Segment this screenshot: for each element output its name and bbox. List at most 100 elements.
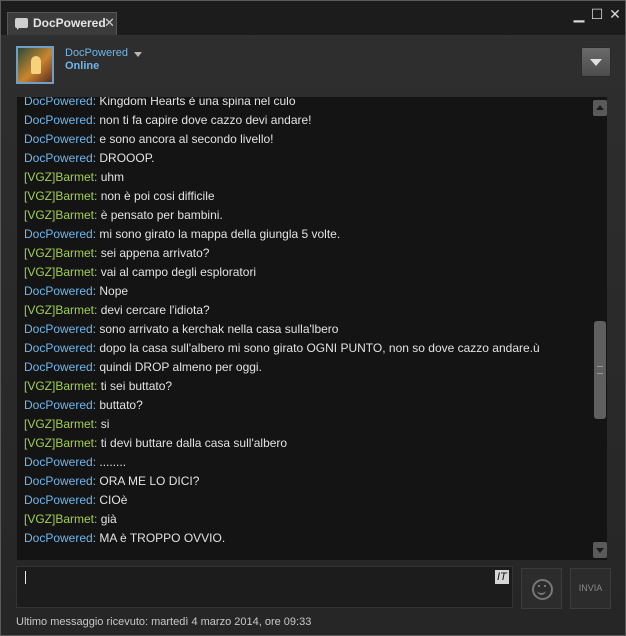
message-text: mi sono girato la mappa della giungla 5 … — [99, 227, 341, 241]
maximize-icon[interactable]: ☐ — [589, 6, 605, 23]
sender-separator: : — [94, 512, 101, 526]
chat-message: DocPowered: ........ — [24, 453, 594, 472]
message-text: buttato? — [99, 398, 143, 412]
message-text: CIOè — [99, 493, 128, 507]
message-sender[interactable]: DocPowered — [24, 360, 93, 374]
message-sender[interactable]: [VGZ]Barmet — [24, 208, 94, 222]
message-list: DocPowered: Kingdom Hearts è una spina n… — [24, 97, 594, 548]
message-text: si — [100, 417, 110, 431]
message-sender[interactable]: [VGZ]Barmet — [24, 436, 94, 450]
message-sender[interactable]: DocPowered — [24, 455, 93, 469]
tab-close-icon[interactable]: ✕ — [104, 15, 115, 31]
sender-separator: : — [94, 265, 101, 279]
chat-message: DocPowered: ORA ME LO DICI? — [24, 472, 594, 491]
sender-separator: : — [94, 303, 101, 317]
message-sender[interactable]: DocPowered — [24, 493, 93, 507]
minimize-icon[interactable]: ▁ — [571, 6, 587, 23]
emoticon-button[interactable] — [521, 568, 562, 609]
sender-separator: : — [94, 417, 101, 431]
sender-separator: : — [94, 170, 101, 184]
chat-message: [VGZ]Barmet: già — [24, 510, 594, 529]
message-text: è pensato per bambini. — [100, 208, 223, 222]
message-sender[interactable]: DocPowered — [24, 113, 93, 127]
scroll-thumb[interactable] — [594, 321, 606, 419]
message-text: quindi DROP almeno per oggi. — [99, 360, 262, 374]
message-text: non ti fa capire dove cazzo devi andare! — [99, 113, 312, 127]
message-text: ORA ME LO DICI? — [99, 474, 200, 488]
chat-message: [VGZ]Barmet: uhm — [24, 168, 594, 187]
tab-docpowered[interactable]: DocPowered ✕ — [7, 12, 117, 35]
scroll-up-button[interactable] — [593, 100, 607, 116]
message-text: ........ — [99, 455, 127, 469]
scroll-down-button[interactable] — [593, 542, 607, 558]
chat-history[interactable]: DocPowered: Kingdom Hearts è una spina n… — [17, 97, 607, 560]
tab-label: DocPowered — [33, 16, 106, 30]
sender-separator: : — [94, 379, 101, 393]
avatar-figure — [31, 56, 41, 74]
message-text: dopo la casa sull'albero mi sono girato … — [99, 341, 540, 355]
message-sender[interactable]: DocPowered — [24, 97, 93, 108]
message-sender[interactable]: DocPowered — [24, 531, 93, 545]
chat-message: DocPowered: mi sono girato la mappa dell… — [24, 225, 594, 244]
chat-message: DocPowered: Nope — [24, 282, 594, 301]
sender-separator: : — [94, 246, 101, 260]
chat-header: DocPowered Online — [1, 35, 625, 95]
chat-message: [VGZ]Barmet: è pensato per bambini. — [24, 206, 594, 225]
chat-message: DocPowered: dopo la casa sull'albero mi … — [24, 339, 594, 358]
message-sender[interactable]: [VGZ]Barmet — [24, 417, 94, 431]
chat-message: [VGZ]Barmet: ti devi buttare dalla casa … — [24, 434, 594, 453]
message-sender[interactable]: DocPowered — [24, 227, 93, 241]
send-button[interactable]: INVIA — [570, 568, 611, 609]
message-sender[interactable]: [VGZ]Barmet — [24, 246, 94, 260]
message-text: ti devi buttare dalla casa sull'albero — [100, 436, 288, 450]
friend-name[interactable]: DocPowered — [65, 47, 128, 59]
message-sender[interactable]: [VGZ]Barmet — [24, 170, 94, 184]
message-input[interactable] — [16, 566, 513, 608]
chat-message: DocPowered: Kingdom Hearts è una spina n… — [24, 97, 594, 111]
last-message-status: Ultimo messaggio ricevuto: martedì 4 mar… — [16, 616, 312, 628]
close-icon[interactable]: ✕ — [607, 6, 623, 23]
chat-message: [VGZ]Barmet: si — [24, 415, 594, 434]
title-bar: DocPowered ✕ ▁ ☐ ✕ — [1, 1, 625, 35]
message-sender[interactable]: DocPowered — [24, 284, 93, 298]
chat-bubble-icon — [15, 18, 28, 30]
chat-message: [VGZ]Barmet: sei appena arrivato? — [24, 244, 594, 263]
message-sender[interactable]: [VGZ]Barmet — [24, 303, 94, 317]
text-cursor — [25, 571, 26, 584]
message-sender[interactable]: DocPowered — [24, 341, 93, 355]
message-text: non è poi cosi difficile — [100, 189, 215, 203]
message-text: vai al campo degli esploratori — [100, 265, 257, 279]
message-sender[interactable]: [VGZ]Barmet — [24, 265, 94, 279]
sender-separator: : — [94, 208, 101, 222]
chevron-down-icon — [590, 59, 602, 66]
message-text: e sono ancora al secondo livello! — [99, 132, 274, 146]
message-text: Nope — [99, 284, 129, 298]
message-sender[interactable]: [VGZ]Barmet — [24, 379, 94, 393]
message-sender[interactable]: DocPowered — [24, 322, 93, 336]
options-menu-button[interactable] — [581, 47, 611, 77]
message-text: sei appena arrivato? — [100, 246, 210, 260]
message-sender[interactable]: [VGZ]Barmet — [24, 512, 94, 526]
message-sender[interactable]: [VGZ]Barmet — [24, 189, 94, 203]
chat-message: [VGZ]Barmet: vai al campo degli esplorat… — [24, 263, 594, 282]
chevron-down-icon[interactable] — [134, 52, 142, 57]
chat-message: [VGZ]Barmet: devi cercare l'idiota? — [24, 301, 594, 320]
avatar[interactable] — [16, 46, 54, 84]
message-text: sono arrivato a kerchak nella casa sulla… — [99, 322, 339, 336]
language-badge: IT — [495, 570, 509, 584]
chat-message: DocPowered: DROOOP. — [24, 149, 594, 168]
message-text: già — [100, 512, 117, 526]
chat-scrollbar[interactable] — [593, 100, 607, 558]
chat-message: DocPowered: MA è TROPPO OVVIO. — [24, 529, 594, 548]
message-sender[interactable]: DocPowered — [24, 474, 93, 488]
friend-status: Online — [65, 60, 100, 72]
message-sender[interactable]: DocPowered — [24, 398, 93, 412]
message-sender[interactable]: DocPowered — [24, 132, 93, 146]
chat-message: DocPowered: CIOè — [24, 491, 594, 510]
chat-message: DocPowered: quindi DROP almeno per oggi. — [24, 358, 594, 377]
chat-message: [VGZ]Barmet: non è poi cosi difficile — [24, 187, 594, 206]
grip-icon — [597, 366, 603, 374]
chat-message: DocPowered: non ti fa capire dove cazzo … — [24, 111, 594, 130]
smiley-icon — [532, 579, 553, 600]
message-sender[interactable]: DocPowered — [24, 151, 93, 165]
